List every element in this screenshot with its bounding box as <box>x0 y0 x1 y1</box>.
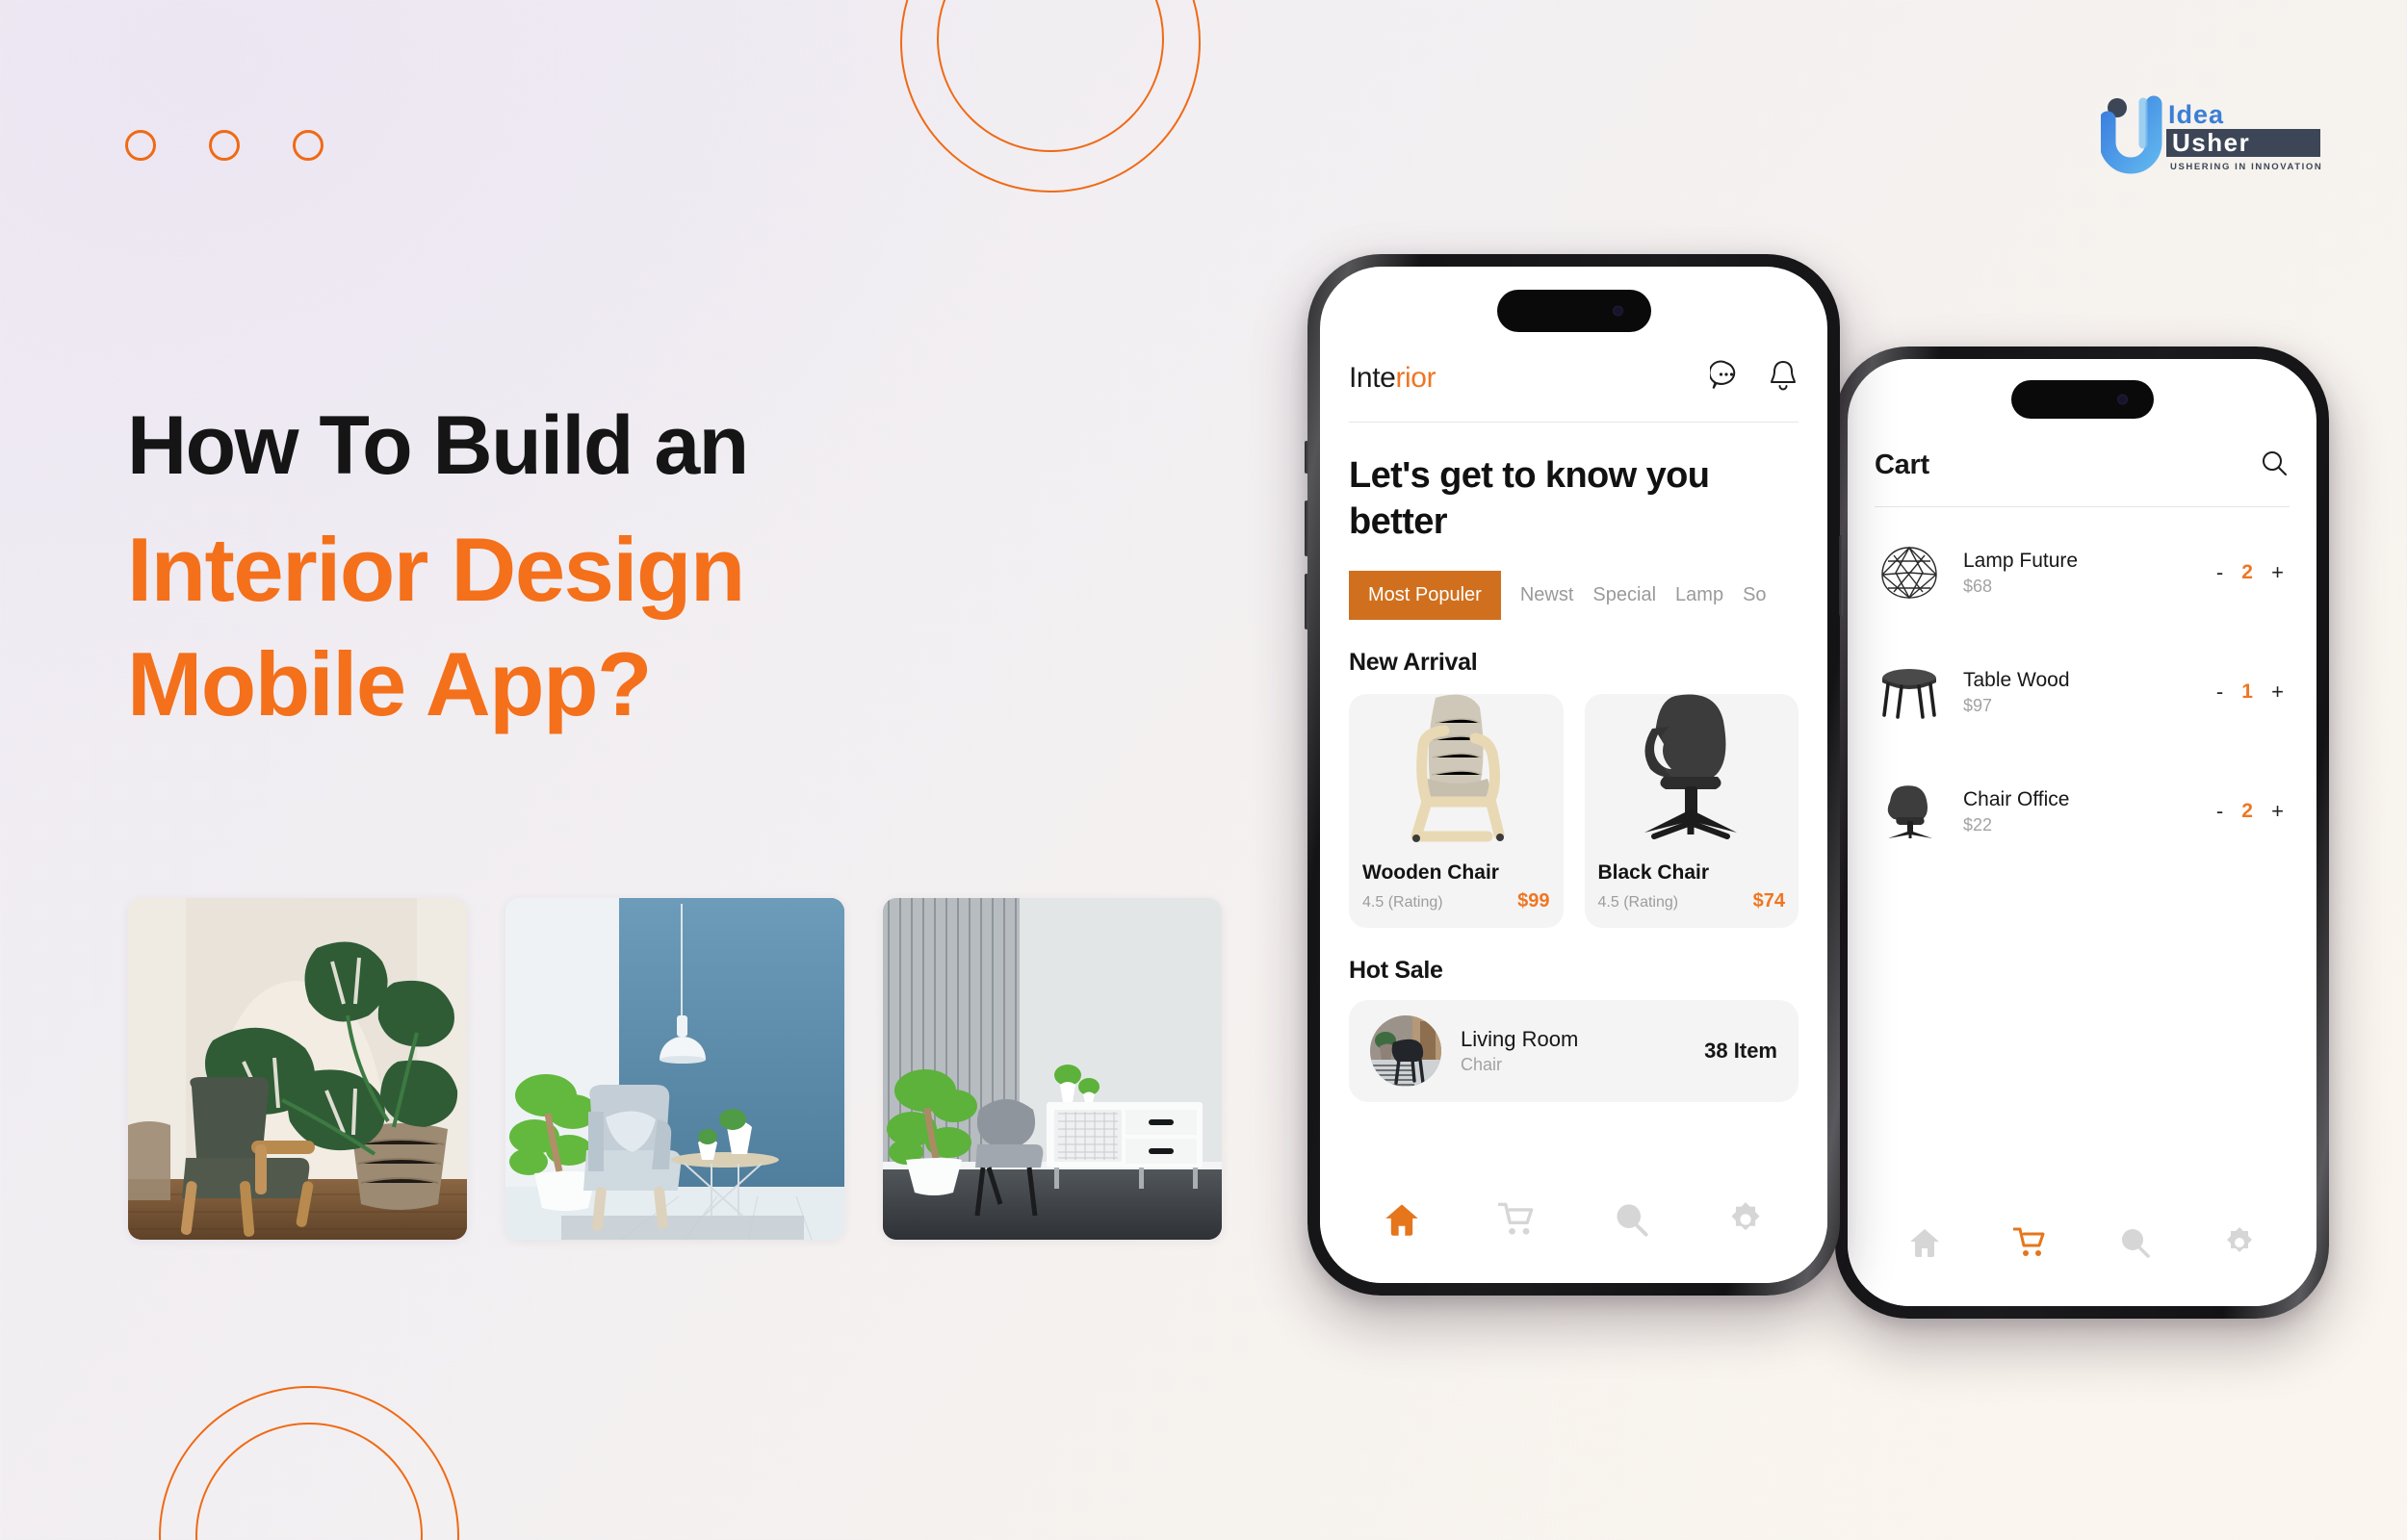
product-card-wooden-chair[interactable]: Wooden Chair 4.5 (Rating) $99 <box>1349 693 1564 928</box>
hot-sale-card[interactable]: Living Room Chair 38 Item <box>1349 999 1799 1102</box>
round-table-icon <box>1875 657 1944 727</box>
brand-suffix: rior <box>1395 361 1436 394</box>
bell-icon[interactable] <box>1768 359 1799 397</box>
phone1-screen: Interior Let's get to know you better Mo… <box>1320 267 1827 1283</box>
nav-home-icon[interactable] <box>1908 1226 1941 1259</box>
cart-item-row[interactable]: Lamp Future $68 - 2 + <box>1875 513 2290 632</box>
nav-cart-icon[interactable] <box>1498 1201 1535 1238</box>
phone2-bottom-nav <box>1848 1200 2316 1306</box>
increment-button[interactable]: + <box>2271 680 2284 705</box>
decrement-button[interactable]: - <box>2216 560 2223 585</box>
cart-item-list: Lamp Future $68 - 2 + Table Wood $97 - 1… <box>1848 507 2316 871</box>
cart-item-price: $22 <box>1963 814 1993 834</box>
product-rating: 4.5 (Rating) <box>1362 893 1443 911</box>
nav-settings-icon[interactable] <box>1727 1201 1764 1238</box>
interior-photo-1 <box>128 898 467 1240</box>
cart-item-name: Chair Office <box>1963 787 2070 810</box>
hot-sale-title: Hot Sale <box>1349 956 1443 984</box>
phone2-screen: Cart Lamp Future $68 - 2 + Table Wood $9… <box>1848 359 2316 1306</box>
headline-line-1: How To Build an <box>127 399 749 492</box>
phone1-volume-down-button[interactable] <box>1305 574 1308 629</box>
idea-usher-logo: Idea Usher USHERING IN INNOVATION <box>2099 94 2332 179</box>
phone1-bottom-nav <box>1320 1177 1827 1283</box>
decorative-dots <box>125 130 324 161</box>
brand-prefix: Inte <box>1349 361 1396 394</box>
nav-cart-icon[interactable] <box>2013 1226 2046 1259</box>
product-rating: 4.5 (Rating) <box>1597 893 1679 911</box>
phone-mockup-cart: Cart Lamp Future $68 - 2 + Table Wood $9… <box>1832 346 2329 1319</box>
product-price: $74 <box>1752 889 1785 911</box>
product-name: Black Chair <box>1597 860 1710 884</box>
chat-bubble-icon[interactable] <box>1708 359 1743 397</box>
phone-mockup-home: Interior Let's get to know you better Mo… <box>1305 254 1843 1296</box>
home-body: Let's get to know you better Most Popule… <box>1320 423 1827 1102</box>
category-chip-sofa[interactable]: So <box>1743 584 1766 606</box>
cart-item-price: $68 <box>1963 576 1993 596</box>
home-screen: Interior Let's get to know you better Mo… <box>1320 267 1827 1283</box>
office-chair-icon <box>1875 777 1944 846</box>
decorative-dot-2 <box>209 130 240 161</box>
quantity-stepper: - 2 + <box>2216 799 2290 824</box>
hot-sale-name: Living Room <box>1461 1026 1579 1051</box>
quantity-value: 2 <box>2241 800 2253 822</box>
quantity-value: 2 <box>2241 561 2253 583</box>
page-title: How To Build an Interior Design Mobile A… <box>127 399 1244 741</box>
increment-button[interactable]: + <box>2271 799 2284 824</box>
decrement-button[interactable]: - <box>2216 799 2223 824</box>
category-chip-special[interactable]: Special <box>1592 584 1656 606</box>
category-chip-row[interactable]: Most Populer Newst Special Lamp So <box>1349 570 1799 620</box>
cart-item-price: $97 <box>1963 695 1993 715</box>
cart-item-row[interactable]: Chair Office $22 - 2 + <box>1875 752 2290 871</box>
category-chip-newst[interactable]: Newst <box>1520 584 1574 606</box>
nav-search-icon[interactable] <box>1613 1201 1649 1238</box>
quantity-stepper: - 1 + <box>2216 680 2290 705</box>
category-chip-lamp[interactable]: Lamp <box>1675 584 1723 606</box>
product-name: Wooden Chair <box>1362 860 1499 884</box>
phone1-power-button[interactable] <box>1839 535 1843 616</box>
interior-photo-3 <box>883 898 1222 1240</box>
nav-settings-icon[interactable] <box>2223 1226 2256 1259</box>
nav-search-icon[interactable] <box>2118 1226 2151 1259</box>
category-chip-most-populer[interactable]: Most Populer <box>1349 570 1501 620</box>
home-heading: Let's get to know you better <box>1349 455 1710 542</box>
app-brand-logo: Interior <box>1349 362 1436 395</box>
headline-line-3: Mobile App? <box>127 632 652 734</box>
cart-item-name: Table Wood <box>1963 668 2070 691</box>
cart-item-row[interactable]: Table Wood $97 - 1 + <box>1875 632 2290 752</box>
quantity-value: 1 <box>2241 680 2253 703</box>
phone2-dynamic-island <box>2010 380 2154 419</box>
nav-home-icon[interactable] <box>1384 1201 1420 1238</box>
decrement-button[interactable]: - <box>2216 680 2223 705</box>
svg-text:USHERING IN INNOVATION: USHERING IN INNOVATION <box>2170 162 2322 172</box>
hot-sale-subtitle: Chair <box>1461 1054 1503 1074</box>
interior-photo-strip <box>128 898 1222 1240</box>
search-icon[interactable] <box>2259 448 2290 483</box>
product-price: $99 <box>1517 889 1550 911</box>
decorative-dot-3 <box>293 130 324 161</box>
phone1-dynamic-island <box>1496 290 1651 332</box>
quantity-stepper: - 2 + <box>2216 560 2290 585</box>
hot-sale-count: 38 Item <box>1704 1038 1777 1063</box>
decorative-dot-1 <box>125 130 156 161</box>
svg-text:Idea: Idea <box>2168 100 2224 129</box>
wire-lamp-icon <box>1875 538 1944 607</box>
headline-line-2: Interior Design <box>127 519 745 621</box>
cart-screen: Cart Lamp Future $68 - 2 + Table Wood $9… <box>1848 359 2316 1306</box>
increment-button[interactable]: + <box>2271 560 2284 585</box>
interior-photo-2 <box>505 898 844 1240</box>
wooden-chair-image <box>1362 694 1550 852</box>
living-room-thumbnail <box>1370 1014 1441 1087</box>
black-chair-image <box>1598 694 1786 852</box>
cart-title: Cart <box>1875 449 1929 480</box>
new-arrival-title: New Arrival <box>1349 648 1478 676</box>
product-card-black-chair[interactable]: Black Chair 4.5 (Rating) $74 <box>1584 693 1799 928</box>
phone1-volume-up-button[interactable] <box>1305 500 1308 556</box>
svg-text:Usher: Usher <box>2172 128 2250 157</box>
cart-item-name: Lamp Future <box>1963 549 2079 572</box>
phone1-mute-switch[interactable] <box>1305 441 1308 474</box>
new-arrival-card-list: Wooden Chair 4.5 (Rating) $99 Black Chai… <box>1349 693 1799 928</box>
